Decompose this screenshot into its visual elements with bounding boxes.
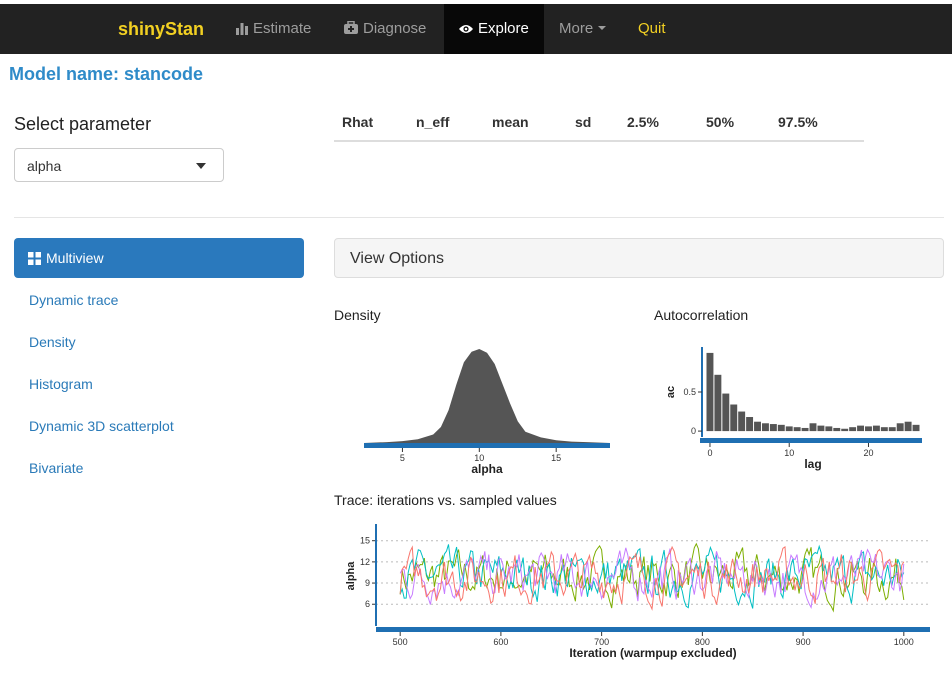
chevron-down-icon (196, 163, 206, 169)
y-tick-label: 0.5 (683, 387, 696, 397)
trace-title: Trace: iterations vs. sampled values (334, 492, 557, 508)
acf-bar (769, 424, 777, 432)
x-tick-label: 0 (707, 448, 712, 458)
acf-bar (904, 421, 912, 432)
nav-quit[interactable]: Quit (624, 4, 680, 54)
col-2-5: 2.5% (627, 114, 659, 130)
acf-bar (722, 393, 730, 432)
x-tick-label: 500 (393, 637, 408, 647)
x-tick-label: 5 (400, 453, 405, 463)
col-50: 50% (706, 114, 735, 130)
x-axis-title: alpha (471, 462, 503, 476)
col-97-5: 97.5% (778, 114, 818, 130)
nav-diagnose-label: Diagnose (363, 20, 427, 37)
trace-chart: 691215500 600 700 800 900 1000Iteration (warm… (345, 524, 930, 660)
x-tick-label: 20 (863, 448, 873, 458)
acf-bar (714, 374, 722, 432)
acf-bar (865, 426, 872, 432)
acf-bar (746, 417, 754, 432)
col-sd: sd (575, 114, 592, 130)
y-axis-title: ac (665, 386, 677, 398)
view-options-label: View Options (350, 250, 444, 267)
x-axis-title: lag (804, 457, 821, 471)
grid-icon (28, 252, 41, 265)
nav-estimate[interactable]: Estimate (221, 4, 325, 54)
eye-icon (459, 25, 473, 33)
sidebar-item-3d-scatter[interactable]: Dynamic 3D scatterplot (14, 406, 304, 446)
x-axis-bar (376, 627, 930, 632)
y-tick-label: 12 (360, 557, 370, 567)
x-tick-label: 600 (493, 637, 508, 647)
sidebar-item-bivariate[interactable]: Bivariate (14, 448, 304, 488)
density-chart: 5 10 15alpha (364, 349, 610, 476)
x-tick-label: 900 (796, 637, 811, 647)
acf-bar (785, 426, 793, 432)
x-tick-label: 10 (784, 448, 794, 458)
brand-logo[interactable]: shinyStan (118, 4, 204, 54)
x-tick-label: 15 (551, 453, 561, 463)
col-n-eff: n_eff (416, 114, 450, 130)
sidebar-item-histogram[interactable]: Histogram (14, 364, 304, 404)
acf-bar (754, 421, 761, 432)
y-axis-title: alpha (345, 561, 357, 591)
chevron-down-icon (598, 26, 607, 30)
sidebar-item-dynamic-trace[interactable]: Dynamic trace (14, 280, 304, 320)
divider (14, 217, 944, 218)
col-mean: mean (492, 114, 529, 130)
col-rhat: Rhat (342, 114, 374, 130)
navbar: shinyStan Estimate Diagnose Explore More… (0, 4, 952, 54)
medkit-icon (344, 20, 358, 34)
parameter-select-value: alpha (27, 158, 62, 174)
acf-bar (706, 352, 714, 432)
x-axis-bar (364, 443, 610, 448)
acf-bar (817, 425, 825, 432)
nav-diagnose[interactable]: Diagnose (329, 4, 440, 54)
x-axis-bar (700, 438, 922, 443)
y-tick-label: 9 (365, 578, 370, 588)
nav-estimate-label: Estimate (253, 20, 312, 37)
parameter-select[interactable]: alpha (14, 148, 224, 182)
sidebar-item-label: Multiview (46, 250, 104, 266)
acf-bar (793, 427, 801, 432)
density-area (364, 349, 610, 443)
acf-bar (833, 427, 841, 432)
y-tick-label: 15 (360, 536, 370, 546)
y-tick-label: 0 (691, 426, 696, 436)
acf-bar (896, 423, 904, 432)
nav-more-label: More (559, 20, 594, 37)
nav-more[interactable]: More (545, 4, 620, 54)
acf-bar (880, 427, 888, 432)
autocorrelation-chart: 0 0.5 0 10 20 lag ac (665, 347, 922, 471)
autocorrelation-title: Autocorrelation (654, 307, 749, 323)
nav-explore[interactable]: Explore (444, 4, 544, 54)
acf-bar (738, 411, 746, 432)
x-tick-label: 1000 (894, 637, 914, 647)
acf-bar (912, 424, 920, 432)
acf-bar (857, 425, 865, 432)
density-title: Density (334, 307, 381, 323)
sidebar-item-density[interactable]: Density (14, 322, 304, 362)
acf-bar (809, 423, 817, 432)
acf-bar (849, 427, 857, 432)
view-options-panel[interactable]: View Options (334, 238, 944, 278)
bar-chart-icon (236, 23, 248, 35)
x-axis-title: Iteration (warmpup excluded) (569, 646, 736, 660)
nav-explore-label: Explore (478, 20, 529, 37)
select-parameter-label: Select parameter (14, 114, 152, 134)
stats-table-header: Rhat n_eff mean sd 2.5% 50% 97.5% (334, 106, 864, 142)
acf-bar (888, 427, 896, 432)
acf-bar (841, 428, 849, 432)
acf-bar (872, 425, 880, 432)
y-tick-label: 6 (365, 599, 370, 609)
acf-bar (761, 423, 769, 432)
acf-bar (777, 424, 785, 432)
acf-bar (730, 404, 738, 432)
model-name: Model name: stancode (9, 64, 204, 84)
sidebar-item-multiview[interactable]: Multiview (14, 238, 304, 278)
acf-bar (825, 426, 833, 432)
acf-bar (801, 427, 809, 432)
